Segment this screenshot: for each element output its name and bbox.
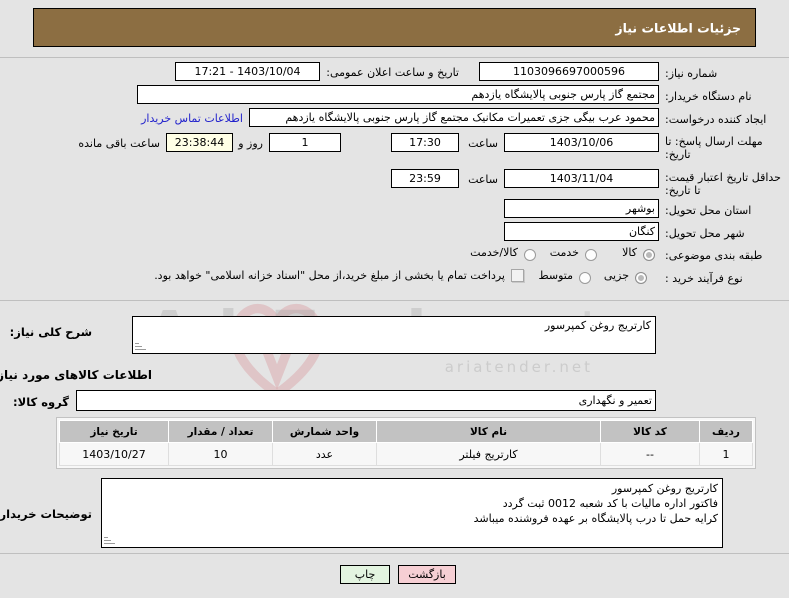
buyer-org-label: نام دستگاه خریدار: [665,90,752,103]
buyer-contact-link[interactable]: اطلاعات تماس خریدار [141,110,243,125]
need-info-form: شماره نیاز: 1103096697000596 تاریخ و ساع… [0,58,789,300]
radio-subject-service[interactable] [585,249,597,261]
radio-subject-goods[interactable] [643,249,655,261]
goods-details-area: شرح کلی نیاز: کارتریج روغن کمپرسور اطلاع… [0,302,789,552]
resize-handle-icon[interactable] [135,340,147,352]
radio-subject-goods-service-label: کالا/خدمت [470,246,518,259]
remaining-days-label: روز و [238,137,263,150]
radio-subject-service-label: خدمت [549,246,579,259]
requester-label: ایجاد کننده درخواست: [665,113,767,126]
cell-name: کارتریج فیلتر [376,442,601,466]
cell-unit: عدد [272,442,377,466]
radio-process-medium-label: متوسط [538,269,573,282]
treasury-checkbox-label: پرداخت تمام یا بخشی از مبلغ خرید،از محل … [154,269,505,282]
print-button[interactable]: چاپ [340,565,390,584]
price-validity-date: 1403/11/04 [504,169,659,188]
process-type-label: نوع فرآیند خرید : [665,272,743,285]
divider-middle [0,300,789,301]
buyer-notes-line-1: کارتریج روغن کمپرسور [611,482,718,495]
goods-table: ردیف کد کالا نام کالا واحد شمارش تعداد /… [56,417,756,469]
buyer-notes-textarea[interactable]: کارتریج روغن کمپرسور فاکتور اداره مالیات… [101,478,723,548]
radio-process-minor[interactable] [635,272,647,284]
reply-deadline-time: 17:30 [391,133,459,152]
col-index: ردیف [699,420,753,443]
cell-index: 1 [699,442,753,466]
buyer-notes-label: توضیحات خریدار: [0,507,92,521]
col-name: نام کالا [376,420,601,443]
announce-datetime-label: تاریخ و ساعت اعلان عمومی: [326,66,459,79]
radio-process-medium[interactable] [579,272,591,284]
province-value: بوشهر [504,199,659,218]
back-button[interactable]: بازگشت [398,565,456,584]
province-label: استان محل تحویل: [665,204,752,217]
buyer-notes-line-2: فاکتور اداره مالیات با کد شعبه 0012 ثبت … [502,497,718,510]
goods-table-grid: ردیف کد کالا نام کالا واحد شمارش تعداد /… [59,420,753,466]
need-summary-label: شرح کلی نیاز: [9,325,92,339]
cell-code: -- [600,442,700,466]
resize-handle-icon[interactable] [104,534,116,546]
need-summary-textarea[interactable]: کارتریج روغن کمپرسور [132,316,656,354]
page-title: جزئیات اطلاعات نیاز [615,20,741,35]
reply-deadline-label: مهلت ارسال پاسخ: تا تاریخ: [665,135,763,161]
announce-datetime-value: 1403/10/04 - 17:21 [175,62,320,81]
need-number-label: شماره نیاز: [665,67,718,80]
col-need-date: تاریخ نیاز [59,420,169,443]
table-row[interactable]: 1 -- کارتریج فیلتر عدد 10 1403/10/27 [59,442,753,466]
remaining-countdown: 23:38:44 [166,133,233,152]
radio-subject-goods-label: کالا [622,246,637,259]
subject-class-label: طبقه بندی موضوعی: [665,249,763,262]
reply-deadline-hour-label: ساعت [468,137,498,150]
radio-subject-goods-service[interactable] [524,249,536,261]
reply-deadline-date: 1403/10/06 [504,133,659,152]
price-validity-hour-label: ساعت [468,173,498,186]
table-header-row: ردیف کد کالا نام کالا واحد شمارش تعداد /… [59,420,753,443]
goods-section-title: اطلاعات کالاهای مورد نیاز [0,368,152,382]
price-validity-label: حداقل تاریخ اعتبار قیمت: تا تاریخ: [665,171,781,197]
col-unit: واحد شمارش [272,420,377,443]
radio-process-minor-label: جزیی [603,269,629,282]
cell-quantity: 10 [168,442,273,466]
city-value: کنگان [504,222,659,241]
goods-group-value: تعمیر و نگهداری [76,390,656,411]
need-summary-value: کارتریج روغن کمپرسور [544,319,651,332]
city-label: شهر محل تحویل: [665,227,745,240]
buyer-org-value: مجتمع گاز پارس جنوبی پالایشگاه یازدهم [137,85,659,104]
col-quantity: تعداد / مقدار [168,420,273,443]
buyer-notes-line-3: کرایه حمل تا درب پالایشگاه بر عهده فروشن… [473,512,718,525]
remaining-days-value: 1 [269,133,341,152]
page-root: جزئیات اطلاعات نیاز شماره نیاز: 11030966… [0,0,789,598]
treasury-checkbox[interactable] [511,269,524,282]
divider-lower [0,553,789,554]
remaining-suffix-label: ساعت باقی مانده [78,137,160,150]
col-code: کد کالا [600,420,700,443]
cell-need-date: 1403/10/27 [59,442,169,466]
need-number-value: 1103096697000596 [479,62,659,81]
page-header-bar: جزئیات اطلاعات نیاز [33,8,756,47]
requester-value: محمود عرب بیگی جزی تعمیرات مکانیک مجتمع … [249,108,659,127]
price-validity-time: 23:59 [391,169,459,188]
goods-group-label: گروه کالا: [13,395,69,409]
